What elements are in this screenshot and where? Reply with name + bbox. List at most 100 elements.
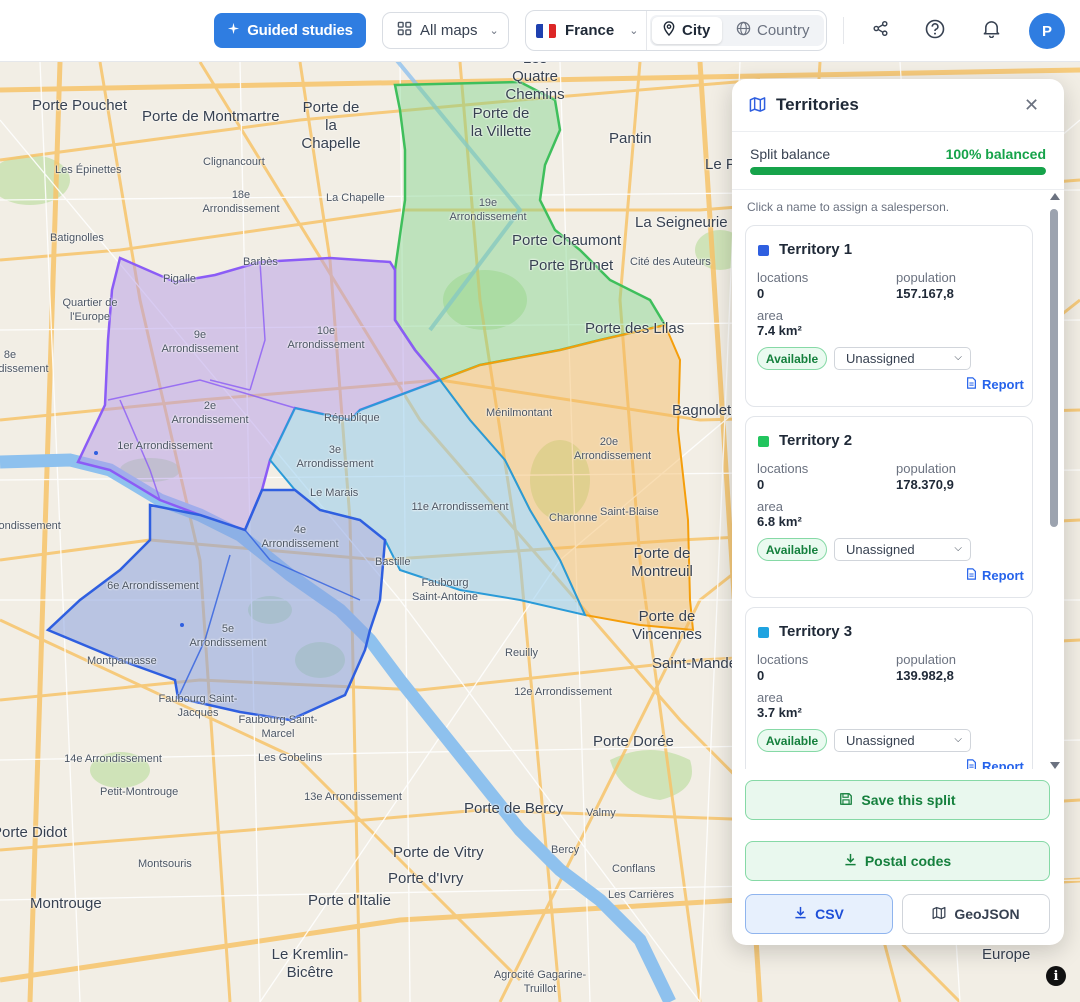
mode-city-button[interactable]: City xyxy=(652,17,722,44)
guided-studies-button[interactable]: Guided studies xyxy=(214,13,366,48)
map-label: Bagnolet xyxy=(672,402,732,419)
csv-export-button[interactable]: CSV xyxy=(745,894,893,934)
map-label: Porte d'Ivry xyxy=(388,870,464,887)
report-link[interactable]: Report xyxy=(966,568,1024,583)
locations-value: 0 xyxy=(757,477,765,492)
all-maps-dropdown[interactable]: All maps ⌄ xyxy=(382,12,509,49)
panel-header: Territories ✕ xyxy=(732,79,1064,132)
top-bar: Guided studies All maps ⌄ France ⌄ City xyxy=(0,0,1080,62)
map-label: 19e Arrondissement xyxy=(449,197,527,223)
assignee-value: Unassigned xyxy=(846,542,915,557)
map-label: Europe xyxy=(982,946,1031,963)
map-label: 2e Arrondissement xyxy=(171,400,249,426)
document-icon xyxy=(966,568,977,583)
assignee-value: Unassigned xyxy=(846,733,915,748)
mode-city-label: City xyxy=(682,22,711,39)
assign-hint: Click a name to assign a salesperson. xyxy=(747,200,950,214)
territory-color-swatch xyxy=(758,245,769,256)
report-link[interactable]: Report xyxy=(966,759,1024,769)
geojson-export-button[interactable]: GeoJSON xyxy=(902,894,1050,934)
help-icon xyxy=(925,19,945,44)
map-label: Porte de Montmartre xyxy=(142,108,280,125)
map-label: Petit-Montrouge xyxy=(100,786,179,798)
map-label: Les Gobelins xyxy=(258,752,323,764)
map-label: Faubourg Saint-Marcel xyxy=(238,714,318,740)
save-split-button[interactable]: Save this split xyxy=(745,780,1050,820)
assignee-select[interactable]: Unassigned ⌵ xyxy=(834,347,971,370)
map-label: Clignancourt xyxy=(203,156,265,168)
country-dropdown[interactable]: France ⌄ xyxy=(536,11,638,50)
bell-icon xyxy=(982,19,1001,43)
map-label: 10e Arrondissement xyxy=(287,325,365,351)
save-icon xyxy=(839,792,853,809)
map-label: 20e Arrondissement xyxy=(574,436,652,462)
share-button[interactable] xyxy=(864,15,896,47)
territory-list[interactable]: Territory 1 locations 0 population 157.1… xyxy=(732,217,1064,769)
mode-country-label: Country xyxy=(757,22,810,39)
territory-name[interactable]: Territory 3 xyxy=(779,623,852,640)
map-label: 13e Arrondissement xyxy=(304,791,402,803)
map-label: 5e Arrondissement xyxy=(189,623,267,649)
report-link[interactable]: Report xyxy=(966,377,1024,392)
map-label: Pigalle xyxy=(163,273,197,285)
area-label: area xyxy=(757,308,784,323)
chevron-down-icon: ⌄ xyxy=(629,25,639,37)
report-label: Report xyxy=(982,568,1024,583)
country-label: France xyxy=(565,22,615,39)
territory-name[interactable]: Territory 1 xyxy=(779,241,852,258)
assignee-select[interactable]: Unassigned ⌵ xyxy=(834,729,971,752)
mode-toggle: City Country xyxy=(650,15,824,46)
assignee-select[interactable]: Unassigned ⌵ xyxy=(834,538,971,561)
map-label: Bercy xyxy=(551,844,580,856)
map-label: Montparnasse xyxy=(87,655,157,667)
map-label: Faubourg Saint-Antoine xyxy=(411,577,479,603)
locations-label: locations xyxy=(757,461,809,476)
scroll-up-icon[interactable] xyxy=(1050,193,1060,200)
postal-codes-button[interactable]: Postal codes xyxy=(745,841,1050,881)
scroll-down-icon[interactable] xyxy=(1050,762,1060,769)
area-value: 6.8 km² xyxy=(757,514,802,529)
territory-card: Territory 1 locations 0 population 157.1… xyxy=(745,225,1033,407)
map-pin-icon xyxy=(662,21,676,40)
split-balance: Split balance 100% balanced xyxy=(732,132,1064,190)
chevron-down-icon: ⌄ xyxy=(489,25,499,37)
download-icon xyxy=(794,906,807,922)
population-label: population xyxy=(896,652,956,667)
territory-name[interactable]: Territory 2 xyxy=(779,432,852,449)
notifications-button[interactable] xyxy=(975,15,1007,47)
close-icon[interactable]: ✕ xyxy=(1024,95,1039,116)
map-label: Saint-Blaise xyxy=(600,506,659,518)
map-label: Montrouge xyxy=(30,895,102,912)
map-icon xyxy=(749,96,766,118)
map-label: Porte Brunet xyxy=(529,257,614,274)
area-value: 3.7 km² xyxy=(757,705,802,720)
map-label: Batignolles xyxy=(50,232,104,244)
status-badge: Available xyxy=(757,538,827,561)
report-label: Report xyxy=(982,377,1024,392)
map-label: Cité des Auteurs xyxy=(630,256,711,268)
map-label: Pantin xyxy=(609,130,652,147)
map-label: 3e Arrondissement xyxy=(296,444,374,470)
locations-value: 0 xyxy=(757,286,765,301)
globe-icon xyxy=(736,21,751,40)
territory-list-scrollbar[interactable] xyxy=(1048,191,1060,771)
divider xyxy=(646,11,647,50)
split-balance-value: 100% balanced xyxy=(945,146,1046,162)
avatar[interactable]: P xyxy=(1029,13,1065,49)
map-label: Porte d'Italie xyxy=(308,892,391,909)
scrollbar-thumb[interactable] xyxy=(1050,209,1058,527)
mode-country-button[interactable]: Country xyxy=(726,17,820,44)
chevron-down-icon: ⌵ xyxy=(954,543,962,554)
help-button[interactable] xyxy=(919,15,951,47)
chevron-down-icon: ⌵ xyxy=(954,734,962,745)
status-badge: Available xyxy=(757,729,827,752)
area-label: area xyxy=(757,690,784,705)
map-attribution-info-button[interactable]: i xyxy=(1046,966,1066,986)
map-label: Porte de Montreuil xyxy=(631,545,693,580)
map-label: Barbès xyxy=(243,256,278,268)
map-label: 14e Arrondissement xyxy=(64,753,162,765)
territory-color-swatch xyxy=(758,627,769,638)
map-label: Porte de Bercy xyxy=(464,800,564,817)
territory-color-swatch xyxy=(758,436,769,447)
map-label: Les Épinettes xyxy=(55,164,122,176)
